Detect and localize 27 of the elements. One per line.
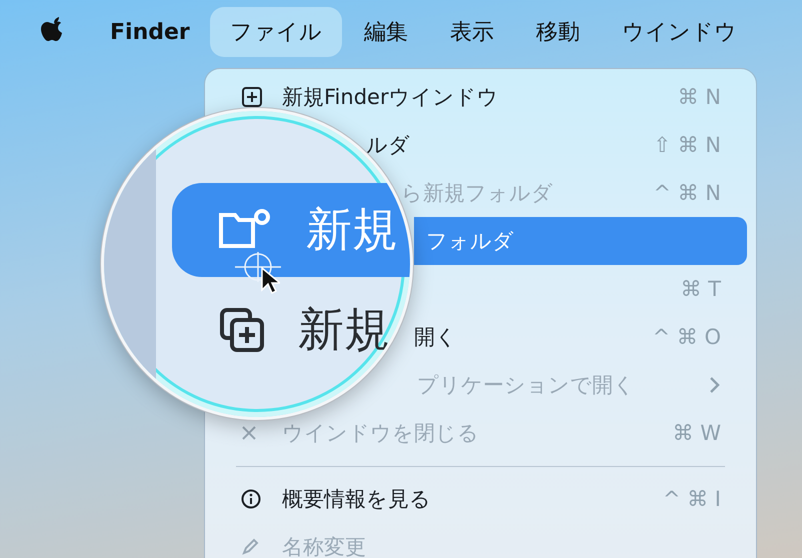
close-icon xyxy=(241,425,257,441)
menu-bar-item[interactable]: 編集 xyxy=(344,7,428,57)
app-menu[interactable]: Finder xyxy=(90,10,210,54)
menu-bar-item[interactable]: ファイル xyxy=(210,7,342,57)
menu-item-label[interactable]: ルダ xyxy=(366,131,410,159)
shortcut: ^ ⌘ O xyxy=(652,325,721,349)
shortcut: ^ ⌘ I xyxy=(662,487,721,511)
menu-bar-item[interactable]: 表示 xyxy=(430,7,514,57)
crosshair-icon xyxy=(235,252,281,282)
pointer-icon xyxy=(260,266,280,296)
copy-plus-icon xyxy=(218,306,266,354)
menu-bar-item[interactable]: ウインドウ xyxy=(602,7,757,57)
menu-item-label[interactable]: 開く xyxy=(414,323,457,351)
menu-item-label[interactable]: 概要情報を見る xyxy=(282,485,431,513)
plus-square-icon xyxy=(241,86,263,108)
shortcut: ⌘ N xyxy=(678,85,721,109)
pencil-icon xyxy=(241,538,259,556)
menu-item-label[interactable]: 新規Finderウインドウ xyxy=(282,83,499,111)
shortcut: ⌘ T xyxy=(680,277,721,301)
shortcut: ⌘ W xyxy=(672,421,721,445)
magnified-label: 新規 xyxy=(306,201,398,258)
chevron-right-icon xyxy=(709,376,721,394)
info-icon xyxy=(241,489,261,509)
magnified-label: 新規 xyxy=(298,301,390,358)
menu-bar-item[interactable]: 移動 xyxy=(516,7,600,57)
shortcut: ⇧ ⌘ N xyxy=(653,133,721,157)
shortcut: ^ ⌘ N xyxy=(653,181,721,205)
